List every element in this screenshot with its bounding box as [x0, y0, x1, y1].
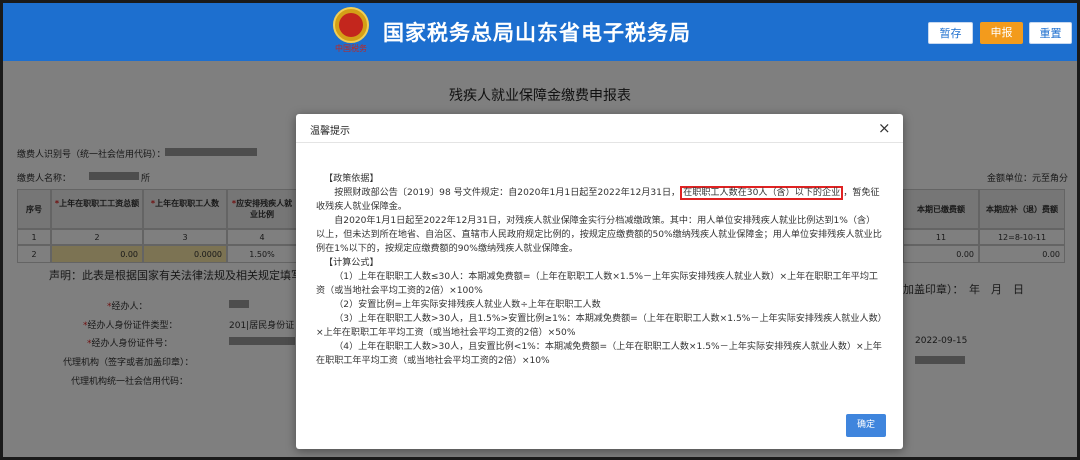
site-header: 中国税务 国家税务总局山东省电子税务局 暂存 申报 重置 — [3, 3, 1077, 61]
highlighted-condition: 在职职工人数在30人（含）以下的企业 — [680, 186, 844, 200]
formula-heading: 【计算公式】 — [324, 258, 379, 268]
tax-emblem-logo: 中国税务 — [329, 7, 373, 53]
site-title: 国家税务总局山东省电子税务局 — [383, 21, 691, 45]
emblem-inner — [339, 13, 363, 37]
close-icon[interactable]: × — [878, 119, 891, 137]
dialog-title: 温馨提示 — [310, 126, 350, 137]
formula-4: （4）上年在职职工人数>30人，且安置比例<1%：本期减免费额=（上年在职职工人… — [316, 342, 882, 366]
formula-3: （3）上年在职职工人数>30人，且1.5%>安置比例≥1%：本期减免费额=（上年… — [316, 314, 883, 338]
save-draft-button[interactable]: 暂存 — [928, 22, 973, 44]
dialog-divider — [296, 142, 903, 143]
reset-button[interactable]: 重置 — [1029, 22, 1072, 44]
formula-2: （2）安置比例=上年实际安排残疾人就业人数÷上年在职职工人数 — [334, 300, 601, 310]
confirm-button[interactable]: 确定 — [846, 414, 886, 437]
formula-1: （1）上年在职职工人数≤30人：本期减免费额=（上年在职职工人数×1.5%－上年… — [316, 272, 879, 296]
dialog-body: 【政策依据】 按照财政部公告〔2019〕98 号文件规定：自2020年1月1日起… — [316, 172, 884, 368]
app-frame: 中国税务 国家税务总局山东省电子税务局 暂存 申报 重置 残疾人就业保障金缴费申… — [0, 0, 1080, 460]
notice-dialog: 温馨提示 × 【政策依据】 按照财政部公告〔2019〕98 号文件规定：自202… — [296, 114, 903, 449]
emblem-text: 中国税务 — [335, 44, 367, 53]
submit-button[interactable]: 申报 — [980, 22, 1023, 44]
policy-paragraph-2: 自2020年1月1日起至2022年12月31日，对残疾人就业保障金实行分档减缴政… — [316, 216, 882, 254]
policy-paragraph-1: 按照财政部公告〔2019〕98 号文件规定：自2020年1月1日起至2022年1… — [316, 186, 880, 212]
policy-heading: 【政策依据】 — [324, 174, 379, 184]
